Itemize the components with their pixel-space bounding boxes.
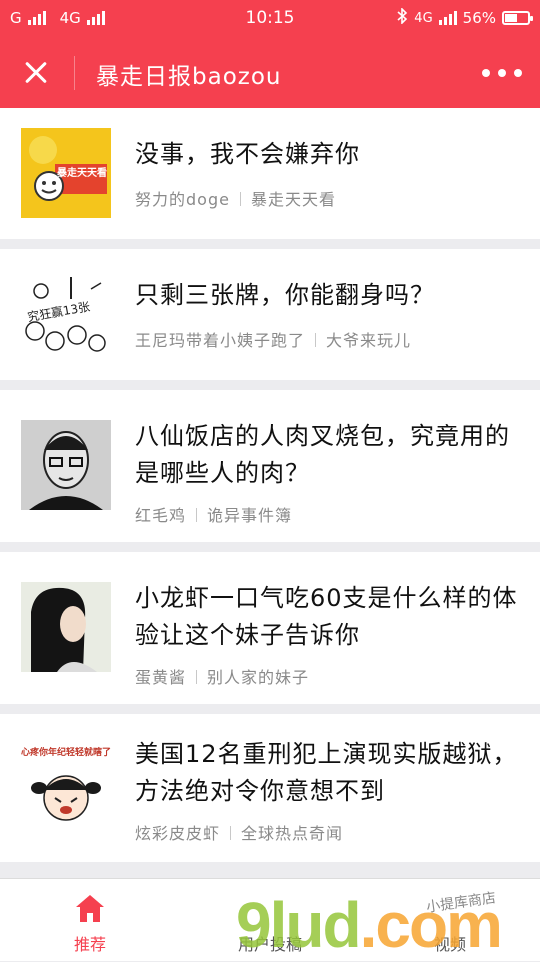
article-meta: 努力的doge 暴走天天看 <box>135 186 336 210</box>
tab-label: 用户投稿 <box>237 935 302 954</box>
thumbnail-caption: 暴走天天看 <box>57 168 107 179</box>
tab-label: 视频 <box>433 935 466 954</box>
tab-recommend[interactable]: 推荐 <box>0 879 180 961</box>
status-right: 4G 56% <box>397 7 533 28</box>
article-column: 别人家的妹子 <box>207 668 310 687</box>
bottom-tab-bar: 推荐 用户投稿 视频 <box>0 878 540 961</box>
page-title: 暴走日报baozou <box>96 64 282 90</box>
article-meta: 王尼玛带着小姨子跑了 大爷来玩儿 <box>135 327 411 351</box>
feed-gap <box>0 542 540 552</box>
article-item[interactable]: 小龙虾一口气吃60支是什么样的体验让这个妹子告诉你 蛋黄酱 别人家的妹子 <box>0 552 540 704</box>
article-item[interactable]: 究狂赢13张 只剩三张牌，你能翻身吗？ 王尼玛带着小姨子跑了 大爷来玩儿 <box>0 249 540 380</box>
article-title: 只剩三张牌，你能翻身吗？ <box>135 281 435 309</box>
article-author: 王尼玛带着小姨子跑了 <box>135 331 306 350</box>
article-thumbnail: 暴走天天看 <box>21 128 111 218</box>
meta-separator <box>196 508 198 522</box>
more-options-icon[interactable] <box>482 62 522 84</box>
article-column: 大爷来玩儿 <box>326 331 412 350</box>
article-title: 八仙饭店的人肉叉烧包，究竟用的是哪些人的肉？ <box>135 422 510 487</box>
meta-separator <box>196 670 198 684</box>
article-title: 没事，我不会嫌弃你 <box>135 140 360 168</box>
feed-gap <box>0 704 540 714</box>
tab-user-submissions[interactable]: 用户投稿 <box>180 879 360 961</box>
battery-icon <box>502 11 533 25</box>
article-thumbnail: 究狂赢13张 <box>21 269 111 359</box>
article-thumbnail <box>21 582 111 672</box>
article-meta: 红毛鸡 诡异事件簿 <box>135 502 292 526</box>
meta-separator <box>315 333 317 347</box>
article-meta: 蛋黄酱 别人家的妹子 <box>135 664 309 688</box>
article-column: 诡异事件簿 <box>207 506 293 525</box>
title-bar: 暴走日报baozou <box>0 38 540 108</box>
article-item[interactable]: 心疼你年纪轻轻就瞎了 美国12名重刑犯上演现实版越狱，方法绝对令你意想不到 炫彩… <box>0 714 540 862</box>
status-bar: G 4G 10:15 4G 56% <box>0 0 540 38</box>
article-author: 蛋黄酱 <box>135 668 187 687</box>
signal-icon-3 <box>438 11 457 25</box>
article-author: 努力的doge <box>135 190 230 209</box>
title-divider <box>74 56 75 90</box>
article-item[interactable]: 八仙饭店的人肉叉烧包，究竟用的是哪些人的肉？ 红毛鸡 诡异事件簿 <box>0 390 540 542</box>
tab-label: 推荐 <box>73 935 106 954</box>
article-meta: 炫彩皮皮虾 全球热点奇闻 <box>135 820 343 844</box>
bluetooth-icon <box>397 7 408 28</box>
feed-gap <box>0 239 540 249</box>
tab-video[interactable]: 视频 <box>360 879 540 961</box>
article-thumbnail <box>21 420 111 510</box>
meta-separator <box>230 826 232 840</box>
battery-percent: 56% <box>462 9 496 27</box>
article-item[interactable]: 暴走天天看 没事，我不会嫌弃你 努力的doge 暴走天天看 <box>0 108 540 239</box>
article-feed: 暴走天天看 没事，我不会嫌弃你 努力的doge 暴走天天看 究狂赢13张 只剩三张… <box>0 108 540 862</box>
article-title: 美国12名重刑犯上演现实版越狱，方法绝对令你意想不到 <box>135 740 518 805</box>
network-right-label: 4G <box>414 10 433 26</box>
article-thumbnail: 心疼你年纪轻轻就瞎了 <box>21 744 111 834</box>
article-title: 小龙虾一口气吃60支是什么样的体验让这个妹子告诉你 <box>135 584 518 649</box>
close-icon[interactable] <box>18 55 54 91</box>
article-column: 暴走天天看 <box>250 190 336 209</box>
article-author: 红毛鸡 <box>135 506 187 525</box>
article-author: 炫彩皮皮虾 <box>135 824 221 843</box>
article-column: 全球热点奇闻 <box>241 824 344 843</box>
home-icon <box>76 895 104 922</box>
feed-gap <box>0 380 540 390</box>
meta-separator <box>239 192 241 206</box>
